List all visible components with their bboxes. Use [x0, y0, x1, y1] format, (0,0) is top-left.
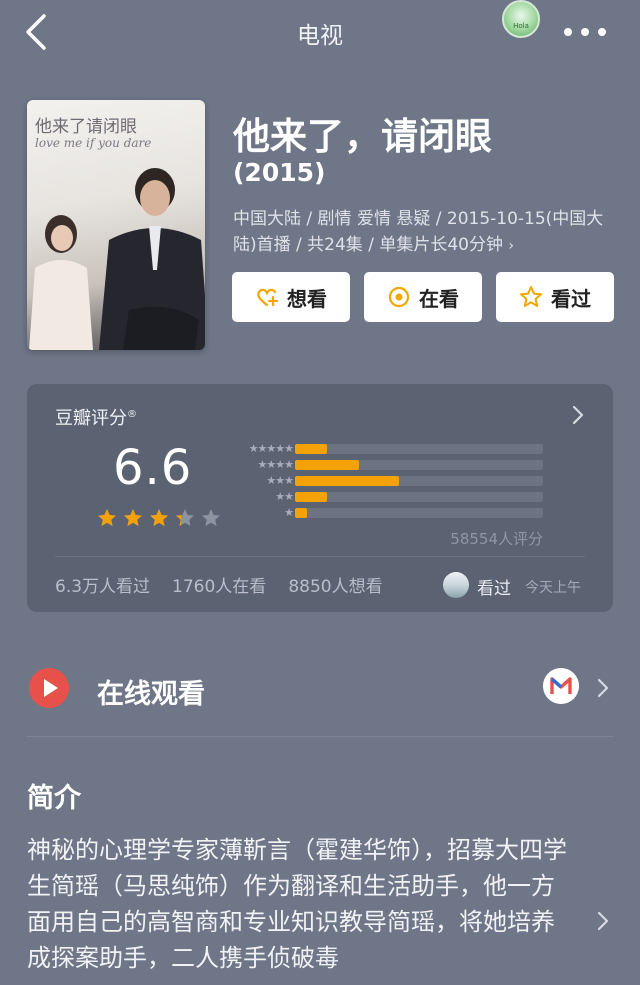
- distribution-bar-track: [295, 508, 543, 518]
- user-status-time: 今天上午: [525, 580, 581, 596]
- page-title: 电视: [297, 23, 343, 49]
- watched-count: 6.3万人看过: [55, 577, 151, 597]
- poster-man-figure: [99, 168, 205, 350]
- rating-count: 58554人评分: [450, 530, 543, 548]
- want-to-watch-button[interactable]: 想看: [232, 272, 350, 322]
- mini-app-label: Hola: [513, 22, 529, 30]
- play-icon: [29, 668, 69, 708]
- heart-plus-icon: [257, 288, 279, 307]
- show-meta[interactable]: 中国大陆 / 剧情 爱情 悬疑 / 2015-10-15(中国大陆)首播 / 共…: [233, 206, 623, 259]
- target-circle-icon: [388, 286, 410, 308]
- douban-rating-card[interactable]: 豆瓣评分® 6.6 ★★★★★ ★★★★ ★★★ ★★ ★ 58554人评分 6.3万人…: [27, 384, 613, 612]
- intro-chevron-right-icon[interactable]: [596, 910, 610, 932]
- distribution-row: ★★: [223, 490, 553, 504]
- distribution-stars: ★★: [275, 490, 294, 503]
- distribution-row: ★★★★★: [223, 442, 553, 456]
- rating-distribution: ★★★★★ ★★★★ ★★★ ★★ ★: [223, 442, 553, 522]
- chevron-right-icon: [597, 678, 609, 698]
- want-count: 8850人想看: [288, 577, 383, 597]
- show-poster[interactable]: 他来了请闭眼 love me if you dare: [27, 100, 205, 350]
- distribution-stars: ★★★★★: [248, 442, 294, 455]
- show-meta-text: 中国大陆 / 剧情 爱情 悬疑 / 2015-10-15(中国大陆)首播 / 共…: [233, 209, 604, 255]
- more-options-icon[interactable]: [560, 20, 610, 44]
- rating-label-text: 豆瓣评分: [55, 408, 127, 429]
- mini-app-avatar[interactable]: Hola: [502, 0, 540, 38]
- divider: [55, 556, 585, 557]
- watching-label: 在看: [419, 286, 459, 311]
- distribution-row: ★: [223, 506, 553, 520]
- rating-stars: [98, 509, 220, 526]
- show-year: (2015): [233, 158, 326, 187]
- distribution-bar-track: [295, 444, 543, 454]
- distribution-bar-track: [295, 476, 543, 486]
- distribution-bar-fill: [295, 476, 400, 486]
- star-outline-icon: [520, 286, 542, 307]
- watch-stats: 6.3万人看过 1760人在看 8850人想看: [55, 572, 405, 597]
- want-to-watch-label: 想看: [287, 286, 327, 311]
- section-divider: [27, 736, 613, 737]
- poster-subtitle: love me if you dare: [35, 136, 152, 150]
- distribution-bar-fill: [295, 508, 308, 518]
- distribution-bar-fill: [295, 444, 328, 454]
- top-bar: 电视 Hola: [0, 0, 640, 64]
- distribution-row: ★★★: [223, 474, 553, 488]
- distribution-bar-track: [295, 492, 543, 502]
- intro-text: 神秘的心理学专家薄靳言（霍建华饰），招募大四学生简瑶（马思纯饰）作为翻译和生活助…: [27, 836, 567, 972]
- registered-mark: ®: [127, 409, 137, 420]
- watching-button[interactable]: 在看: [364, 272, 482, 322]
- distribution-row: ★★★★: [223, 458, 553, 472]
- rating-score: 6.6: [113, 440, 193, 496]
- platform-logo-icon: [543, 668, 579, 704]
- rating-chevron-right-icon: [572, 405, 584, 425]
- poster-title: 他来了请闭眼: [35, 117, 137, 137]
- rating-star-icon: [124, 509, 142, 526]
- distribution-stars: ★★★: [266, 474, 294, 487]
- distribution-bar-track: [295, 460, 543, 470]
- distribution-bar-fill: [295, 460, 360, 470]
- meta-chevron-icon: ›: [508, 238, 514, 254]
- intro-title: 简介: [27, 783, 81, 814]
- watch-online-row[interactable]: 在线观看: [27, 654, 613, 722]
- distribution-bar-fill: [295, 492, 328, 502]
- distribution-stars: ★: [284, 506, 294, 519]
- avatar: [443, 572, 469, 598]
- rating-star-icon: [98, 509, 116, 526]
- rating-star-icon: [150, 509, 168, 526]
- rating-star-icon: [202, 509, 220, 526]
- watched-button[interactable]: 看过: [496, 272, 614, 322]
- rating-label: 豆瓣评分®: [55, 404, 137, 430]
- watched-label: 看过: [551, 286, 591, 311]
- user-status: 看过: [477, 579, 511, 599]
- show-title: 他来了，请闭眼: [233, 115, 492, 158]
- watch-online-label: 在线观看: [97, 679, 205, 710]
- watching-count: 1760人在看: [172, 577, 267, 597]
- rating-star-icon: [176, 509, 194, 526]
- distribution-stars: ★★★★: [257, 458, 294, 471]
- poster-woman-figure: [29, 215, 93, 350]
